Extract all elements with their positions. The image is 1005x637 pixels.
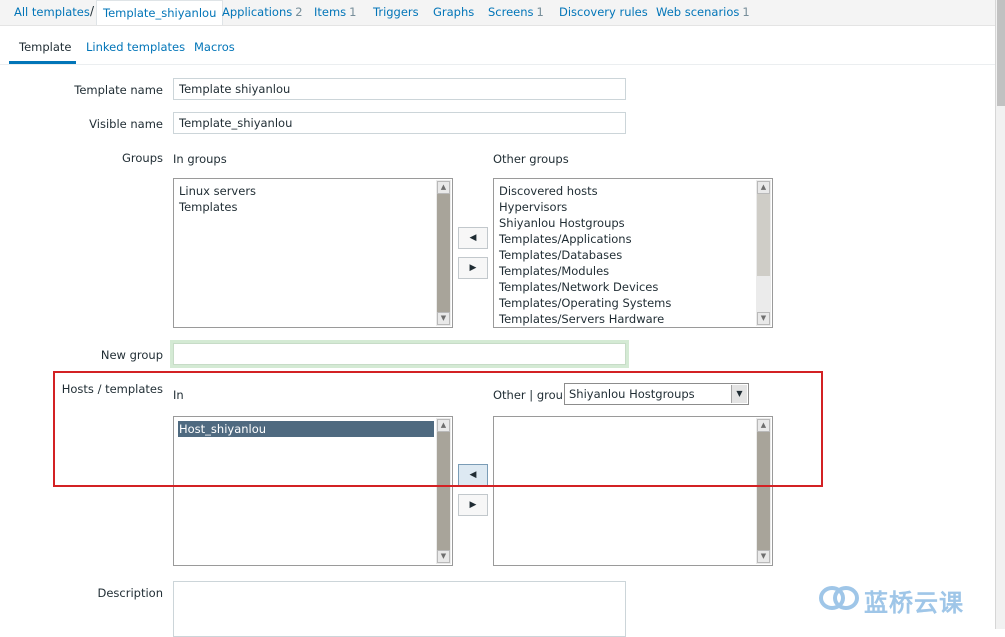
tab-macros[interactable]: Macros [194, 40, 235, 54]
move-right-button[interactable]: ▶ [458, 257, 488, 279]
nav-all-templates-link[interactable]: All templates [14, 5, 90, 19]
arrow-right-icon: ▶ [469, 263, 477, 273]
other-groups-scrollbar[interactable]: ▲ ▼ [756, 180, 771, 326]
nav-items-count: 1 [349, 5, 357, 19]
in-groups-listbox[interactable]: Linux servers Templates ▲ ▼ [173, 178, 453, 328]
arrow-left-icon: ◀ [469, 233, 477, 243]
top-navigation: All templates / Template_shiyanlou Appli… [0, 0, 995, 26]
description-label: Description [97, 586, 164, 600]
scroll-down-icon[interactable]: ▼ [437, 312, 450, 325]
list-item[interactable]: Templates/Servers Hardware [498, 311, 754, 327]
annotation-highlight-box [53, 371, 823, 487]
list-item[interactable]: Hypervisors [498, 199, 754, 215]
watermark-text: 蓝桥云课 [864, 589, 964, 617]
nav-web-scenarios-count: 1 [742, 5, 750, 19]
scrollbar-thumb[interactable] [757, 194, 770, 276]
new-group-input[interactable] [173, 343, 626, 365]
nav-screens-count: 1 [536, 5, 544, 19]
hosts-move-right-button[interactable]: ▶ [458, 494, 488, 516]
nav-current-template[interactable]: Template_shiyanlou [96, 0, 224, 25]
list-item[interactable]: Shiyanlou Hostgroups [498, 215, 754, 231]
watermark: 蓝桥云课 [818, 583, 998, 617]
other-groups-listbox[interactable]: Discovered hosts Hypervisors Shiyanlou H… [493, 178, 773, 328]
page-scrollbar-thumb[interactable] [997, 0, 1005, 106]
in-groups-heading: In groups [173, 152, 227, 166]
scrollbar-thumb[interactable] [437, 194, 450, 312]
visible-name-label: Visible name [89, 117, 163, 131]
scroll-down-icon[interactable]: ▼ [757, 312, 770, 325]
list-item[interactable]: Templates [178, 199, 434, 215]
watermark-logo-icon [819, 586, 859, 610]
nav-items-label: Items [314, 5, 347, 19]
template-name-label: Template name [74, 83, 163, 97]
in-groups-scrollbar[interactable]: ▲ ▼ [436, 180, 451, 326]
nav-applications-link[interactable]: Applications 2 [222, 5, 303, 19]
list-item[interactable]: Templates/Modules [498, 263, 754, 279]
nav-graphs-link[interactable]: Graphs [433, 5, 474, 19]
list-item[interactable]: Templates/Databases [498, 247, 754, 263]
nav-web-scenarios-label: Web scenarios [656, 5, 740, 19]
scroll-down-icon[interactable]: ▼ [437, 550, 450, 563]
active-tab-indicator [9, 61, 76, 64]
nav-triggers-link[interactable]: Triggers [373, 5, 419, 19]
nav-screens-link[interactable]: Screens 1 [488, 5, 544, 19]
list-item[interactable]: Templates/Network Devices [498, 279, 754, 295]
new-group-label: New group [100, 348, 163, 362]
nav-screens-label: Screens [488, 5, 534, 19]
list-item[interactable]: Discovered hosts [498, 183, 754, 199]
groups-label: Groups [121, 151, 163, 165]
move-left-button[interactable]: ◀ [458, 227, 488, 249]
list-item[interactable]: Linux servers [178, 183, 434, 199]
nav-discovery-rules-link[interactable]: Discovery rules [559, 5, 648, 19]
list-item[interactable]: Templates/Applications [498, 231, 754, 247]
list-item[interactable]: Templates/Operating Systems [498, 295, 754, 311]
nav-applications-count: 2 [295, 5, 303, 19]
scroll-down-icon[interactable]: ▼ [757, 550, 770, 563]
nav-applications-label: Applications [222, 5, 293, 19]
scroll-up-icon[interactable]: ▲ [757, 181, 770, 194]
tab-linked-templates[interactable]: Linked templates [86, 40, 185, 54]
breadcrumb-separator: / [90, 4, 95, 18]
arrow-right-icon: ▶ [469, 500, 477, 510]
visible-name-input[interactable] [173, 112, 626, 134]
nav-web-scenarios-link[interactable]: Web scenarios 1 [656, 5, 750, 19]
template-name-input[interactable] [173, 78, 626, 100]
nav-items-link[interactable]: Items 1 [314, 5, 357, 19]
other-groups-heading: Other groups [493, 152, 569, 166]
scroll-up-icon[interactable]: ▲ [437, 181, 450, 194]
form-tabs: Template Linked templates Macros [0, 36, 995, 65]
tab-template[interactable]: Template [19, 40, 71, 54]
